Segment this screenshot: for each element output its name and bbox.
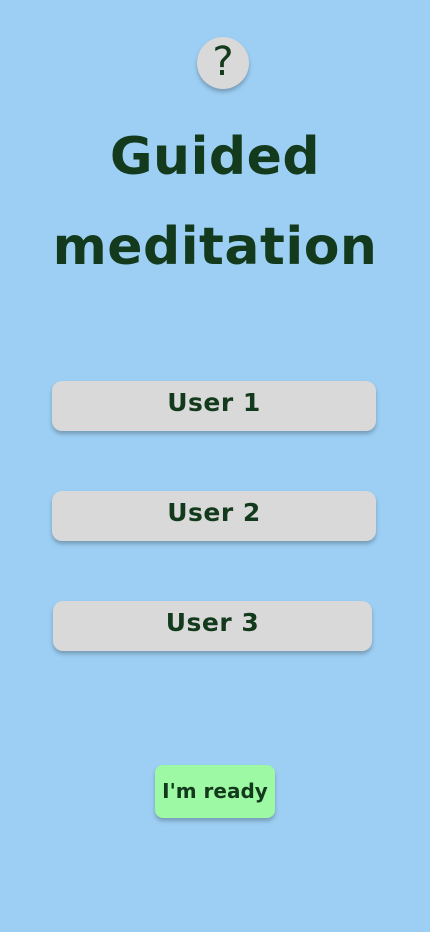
help-button[interactable]: ?	[197, 37, 249, 89]
user-1-button[interactable]: User 1	[52, 381, 376, 431]
question-mark-icon: ?	[212, 39, 234, 85]
user-2-button[interactable]: User 2	[52, 491, 376, 541]
page-title-line-2: meditation	[52, 217, 378, 277]
page-title-line-1: Guided	[109, 127, 321, 187]
ready-button[interactable]: I'm ready	[155, 765, 275, 818]
ready-label: I'm ready	[162, 778, 268, 803]
user-1-label: User 1	[167, 387, 261, 417]
user-3-label: User 3	[165, 607, 260, 637]
page-title: Guided meditation	[0, 112, 430, 292]
user-3-button[interactable]: User 3	[53, 601, 372, 651]
user-2-label: User 2	[167, 497, 261, 527]
